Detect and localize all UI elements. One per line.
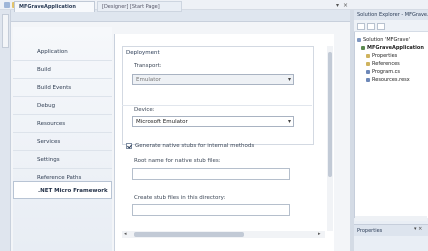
deployment-group: [122, 46, 314, 145]
properties-icon[interactable]: [357, 23, 365, 30]
separator: [122, 105, 312, 106]
show-all-files-icon[interactable]: [367, 23, 375, 30]
nav-item-debug[interactable]: Debug: [13, 97, 112, 115]
properties-folder-icon: [366, 54, 370, 58]
transport-select[interactable]: Emulator ▾: [132, 74, 294, 85]
generate-stubs-checkbox[interactable]: [126, 143, 132, 149]
nav-item-settings[interactable]: Settings: [13, 151, 112, 169]
tree-item-resources[interactable]: Resources.resx: [372, 77, 410, 83]
horizontal-scroll-thumb[interactable]: [134, 232, 244, 237]
solution-icon: [357, 38, 361, 42]
tab-dropdown-icon[interactable]: ▾: [336, 2, 339, 9]
solution-explorer-scrollbar[interactable]: [355, 216, 427, 221]
tree-item-solution[interactable]: Solution 'MFGrave': [363, 37, 410, 43]
nav-item-build[interactable]: Build: [13, 61, 112, 79]
generate-stubs-label: Generate native stubs for internal metho…: [135, 143, 255, 149]
tree-item-project[interactable]: MFGraveApplication: [367, 45, 424, 51]
device-value: Microsoft Emulator: [136, 119, 188, 125]
device-select[interactable]: Microsoft Emulator ▾: [132, 116, 294, 127]
create-stub-label: Create stub files in this directory:: [134, 195, 226, 201]
new-file-icon[interactable]: [4, 2, 10, 8]
nav-item-resources[interactable]: Resources: [13, 115, 112, 133]
transport-label: Transport:: [134, 63, 162, 69]
project-icon: [361, 46, 365, 50]
root-name-input[interactable]: [132, 168, 290, 180]
root-name-label: Root name for native stub files:: [134, 158, 221, 164]
nav-item-micro-framework[interactable]: .NET Micro Framework: [13, 181, 112, 199]
properties-window-controls[interactable]: ▾ ×: [414, 226, 422, 232]
nav-item-build-events[interactable]: Build Events: [13, 79, 112, 97]
references-folder-icon: [366, 62, 370, 66]
deployment-group-label: Deployment: [126, 50, 160, 56]
create-stub-input[interactable]: [132, 204, 290, 216]
nav-item-application[interactable]: Application: [13, 43, 112, 61]
cs-file-icon: [366, 70, 370, 74]
tree-item-properties[interactable]: Properties: [372, 53, 397, 59]
tab-project-properties[interactable]: MFGraveApplication: [14, 1, 95, 12]
chevron-down-icon: ▾: [287, 118, 291, 125]
tab-designer-start-page[interactable]: [Designer] [Start Page]: [97, 1, 182, 12]
resx-file-icon: [366, 78, 370, 82]
tab-close-icon[interactable]: ×: [343, 2, 348, 9]
tree-item-references[interactable]: References: [372, 61, 400, 67]
chevron-down-icon: ▾: [287, 76, 291, 83]
toolbox-tab[interactable]: [2, 14, 9, 48]
solution-explorer-toolbar: [354, 20, 428, 32]
refresh-icon[interactable]: [377, 23, 385, 30]
vertical-scroll-thumb[interactable]: [328, 52, 332, 177]
tree-item-program[interactable]: Program.cs: [372, 69, 400, 75]
transport-value: Emulator: [136, 77, 161, 83]
device-label: Device:: [134, 107, 155, 113]
solution-explorer-title: Solution Explorer - MFGrave...: [354, 10, 428, 20]
nav-item-services[interactable]: Services: [13, 133, 112, 151]
scroll-left-icon[interactable]: ◂: [124, 231, 127, 237]
scroll-right-icon[interactable]: ▸: [318, 231, 321, 237]
property-page-nav: Application Build Build Events Debug Res…: [13, 27, 112, 251]
